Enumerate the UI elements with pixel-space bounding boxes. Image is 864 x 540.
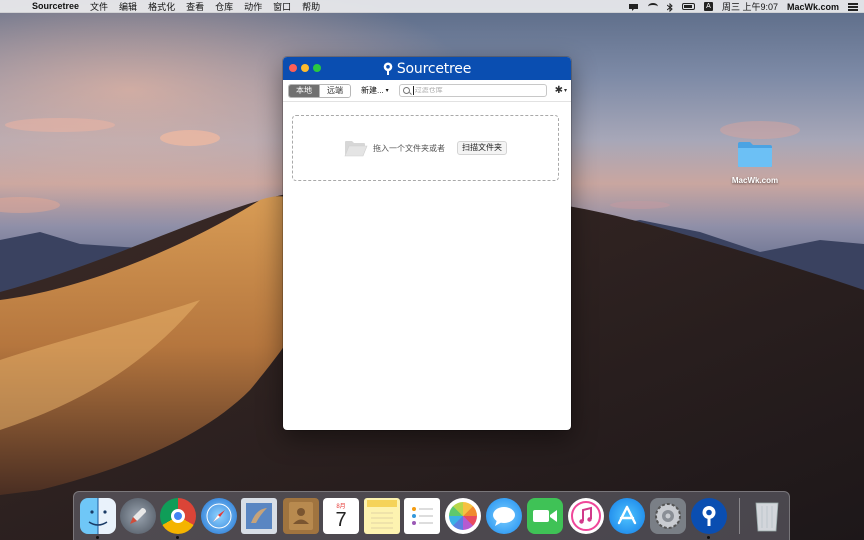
contacts-icon[interactable]	[283, 498, 319, 534]
menu-edit[interactable]: 编辑	[119, 0, 137, 13]
tab-local[interactable]: 本地	[289, 84, 319, 97]
minimize-window-button[interactable]	[301, 64, 309, 72]
menu-repository[interactable]: 仓库	[215, 0, 233, 13]
dock-separator	[739, 498, 740, 534]
bluetooth-icon[interactable]	[666, 2, 673, 12]
settings-menu-button[interactable]: ✱ ▾	[555, 85, 567, 96]
desktop-folder-label[interactable]: MacWk.com	[726, 176, 784, 185]
menu-bar: Sourcetree 文件 编辑 格式化 查看 仓库 动作 窗口 帮助 A 周三…	[0, 0, 864, 13]
repository-filter-field[interactable]	[398, 84, 547, 97]
sourcetree-icon[interactable]	[691, 498, 727, 534]
drop-zone-hint: 拖入一个文件夹或者	[373, 143, 445, 153]
safari-icon[interactable]	[201, 498, 237, 534]
repository-filter-input[interactable]	[414, 87, 535, 94]
scan-folder-button[interactable]: 扫描文件夹	[457, 141, 507, 155]
itunes-icon[interactable]	[568, 498, 604, 534]
text-cursor	[412, 86, 414, 95]
chevron-down-icon: ▾	[385, 88, 389, 94]
calendar-day: 7	[335, 509, 347, 531]
menu-window[interactable]: 窗口	[273, 0, 291, 13]
new-repository-button[interactable]: 新建... ▾	[361, 85, 389, 96]
chrome-icon[interactable]	[160, 498, 196, 534]
calendar-icon[interactable]: 8月 7	[323, 498, 359, 534]
app-store-icon[interactable]	[609, 498, 645, 534]
traffic-lights	[289, 64, 325, 72]
close-window-button[interactable]	[289, 64, 297, 72]
new-repository-label: 新建...	[361, 86, 384, 95]
sourcetree-window: Sourcetree 本地 远端 新建... ▾ ✱ ▾ 拖入一个文件夹或者 扫…	[283, 57, 571, 430]
photos-icon[interactable]	[445, 498, 481, 534]
battery-icon[interactable]	[681, 3, 695, 10]
chevron-down-icon: ▾	[563, 88, 567, 94]
search-icon	[402, 87, 410, 94]
window-toolbar: 本地 远端 新建... ▾ ✱ ▾	[283, 80, 571, 102]
input-method-icon[interactable]: A	[703, 2, 713, 11]
menu-file[interactable]: 文件	[90, 0, 108, 13]
sourcetree-logo-icon	[383, 62, 393, 75]
facetime-icon[interactable]	[527, 498, 563, 534]
launchpad-icon[interactable]	[120, 498, 156, 534]
reminders-icon[interactable]	[404, 498, 440, 534]
window-titlebar[interactable]: Sourcetree	[283, 57, 571, 80]
location-tabs: 本地 远端	[288, 83, 351, 98]
menu-help[interactable]: 帮助	[302, 0, 320, 13]
dock: 8月 7	[73, 491, 790, 540]
mail-icon[interactable]	[241, 498, 277, 534]
folder-icon	[344, 140, 368, 156]
notes-icon[interactable]	[364, 498, 400, 534]
menu-bar-status-area: A 周三 上午9:07 MacWk.com	[619, 0, 864, 13]
menu-clock[interactable]: 周三 上午9:07	[722, 0, 778, 13]
menu-format[interactable]: 格式化	[148, 0, 175, 13]
gear-icon: ✱	[554, 85, 563, 96]
tab-remote[interactable]: 远端	[319, 84, 350, 97]
repository-drop-zone[interactable]: 拖入一个文件夹或者 扫描文件夹	[292, 115, 559, 181]
menu-account[interactable]: MacWk.com	[787, 2, 839, 12]
sourcetree-running-indicator	[707, 536, 710, 539]
trash-icon[interactable]	[749, 498, 785, 534]
menu-actions[interactable]: 动作	[244, 0, 262, 13]
window-brand: Sourcetree	[383, 61, 471, 77]
wifi-icon[interactable]	[647, 3, 658, 10]
desktop-folder-icon[interactable]	[737, 140, 773, 168]
menu-app-name[interactable]: Sourcetree	[32, 1, 79, 11]
finder-icon[interactable]	[80, 498, 116, 534]
window-title: Sourcetree	[396, 60, 472, 77]
notification-center-icon[interactable]	[848, 2, 858, 11]
menu-view[interactable]: 查看	[186, 0, 204, 13]
messages-icon[interactable]	[486, 498, 522, 534]
system-preferences-icon[interactable]	[650, 498, 686, 534]
notification-status-icon[interactable]	[628, 3, 639, 11]
zoom-window-button[interactable]	[313, 64, 321, 72]
finder-running-indicator	[96, 536, 99, 539]
chrome-running-indicator	[176, 536, 179, 539]
